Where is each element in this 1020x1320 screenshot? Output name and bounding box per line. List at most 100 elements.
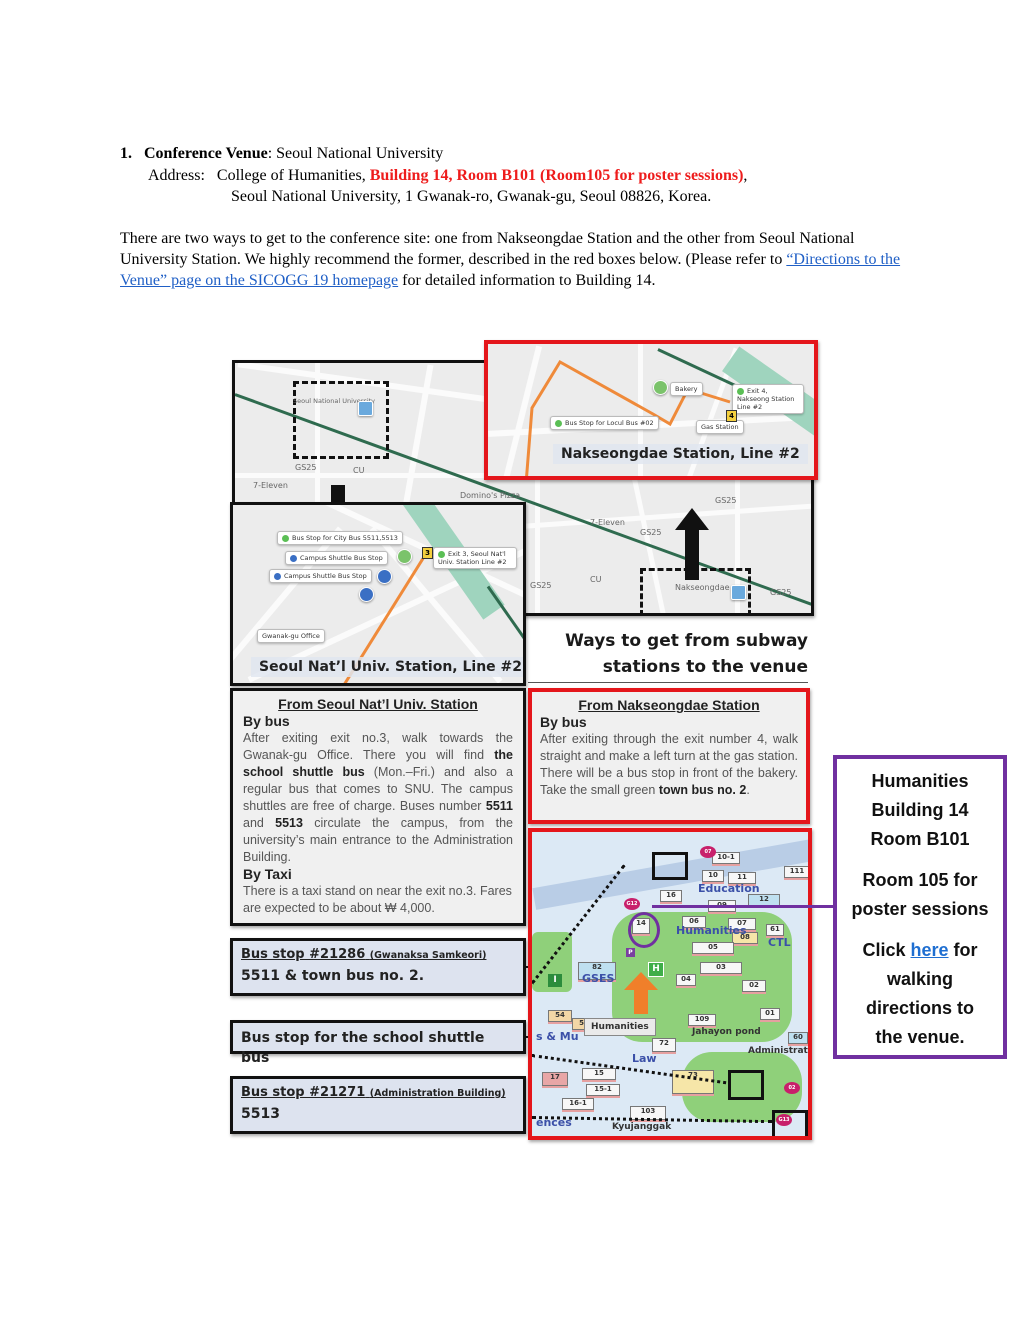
by-taxi-text: There is a taxi stand on near the exit n… <box>243 884 512 915</box>
parking-icon: P <box>626 948 635 957</box>
area-label-law: Law <box>632 1052 657 1065</box>
map-label: 7-Eleven <box>590 518 625 527</box>
bus-stop-lines: 5513 <box>241 1106 280 1122</box>
area-label-jahayon-pond: Jahayon pond <box>692 1027 761 1037</box>
nakseongdae-map: Bus Stop for Locul Bus #02 Exit 4, Nakse… <box>484 340 818 480</box>
bus-stop-marker <box>728 1070 764 1100</box>
bus-stop-icon <box>653 380 668 395</box>
address-prefix: College of Humanities, <box>216 167 370 184</box>
map-callout: Exit 4, Nakseong Station Line #2 <box>732 384 804 414</box>
map-callout: Gwanak-gu Office <box>257 629 325 643</box>
box-title: From Nakseongdae Station <box>578 697 760 713</box>
venue-callout-box: Humanities Building 14 Room B101 Room 10… <box>833 755 1007 1059</box>
snu-station-map: Bus Stop for City Bus 5511,5513 Campus S… <box>230 502 526 686</box>
bus-stop-lines: 5511 & town bus no. 2. <box>241 968 425 984</box>
by-bus-text: After exiting exit no.3, walk towards th… <box>243 731 513 864</box>
address-label: Address: <box>148 167 205 184</box>
address-comma: , <box>743 167 748 184</box>
building: 03 <box>700 962 742 974</box>
directions-figure: Seoul National University GS25 CU 7-Elev… <box>228 338 824 1142</box>
snu-directions-box: From Seoul Nat’l Univ. Station By bus Af… <box>230 688 526 926</box>
bus-stop-box: Bus stop #21286 (Gwanaksa Samkeori) 5511… <box>230 938 526 996</box>
bus-stop-icon <box>359 587 374 602</box>
bus-stop-title: Bus stop #21271 <box>241 1085 366 1100</box>
area-label-humanities: Humanities <box>676 924 747 937</box>
map-callout: Bus Stop for City Bus 5511,5513 <box>277 531 403 545</box>
building: 16-1 <box>562 1098 594 1110</box>
bus-stop-detail: (Gwanaksa Samkeori) <box>369 950 487 961</box>
building: 15 <box>582 1068 616 1080</box>
area-label-administration: Administrat <box>748 1046 808 1056</box>
map-label: Domino's Pizza <box>460 491 521 500</box>
bus-stop-marker <box>772 1110 808 1136</box>
map-callout: Bakery <box>670 382 703 396</box>
bus-stop-badge: 02 <box>784 1082 800 1094</box>
figure-title-line-1: Ways to get from subway <box>565 631 808 651</box>
by-bus-heading: By bus <box>540 714 587 730</box>
map-label: GS25 <box>640 528 662 537</box>
map-caption: Nakseongdae Station, Line #2 <box>553 444 808 464</box>
area-label-kyujanggak: Kyujanggak <box>612 1122 672 1132</box>
bus-stop-icon <box>377 569 392 584</box>
building: 109 <box>688 1014 716 1026</box>
figure-title-line-2: stations to the venue <box>602 657 808 677</box>
building: 16 <box>660 890 682 902</box>
map-label: CU <box>590 575 602 584</box>
bus-stop-detail: (Administration Building) <box>369 1088 506 1099</box>
arrow-up-icon <box>675 508 709 580</box>
building: 05 <box>692 942 734 954</box>
subway-station-icon <box>731 585 746 600</box>
bus-stop-icon <box>397 549 412 564</box>
nakseongdae-directions-box: From Nakseongdae Station By bus After ex… <box>528 688 810 824</box>
building: 10 <box>702 870 724 882</box>
map-label: GS25 <box>295 463 317 472</box>
area-label: s & Mu <box>536 1030 579 1043</box>
building: 15-1 <box>586 1084 620 1096</box>
map-label: CU <box>353 466 365 475</box>
map-label: GS25 <box>530 581 552 590</box>
area-label-ctl: CTL <box>768 936 791 949</box>
building: 04 <box>676 974 696 986</box>
intro-paragraph: There are two ways to get to the confere… <box>120 228 910 291</box>
bus-stop-title: Bus stop for the school shuttle bus <box>241 1030 485 1066</box>
section-number: 1. <box>120 145 132 162</box>
figure-title: Ways to get from subway stations to the … <box>528 628 808 683</box>
room-highlight: Building 14, Room B101 (Room105 for post… <box>369 167 744 184</box>
walking-directions-link[interactable]: here <box>911 940 949 960</box>
intro-text-before: There are two ways to get to the confere… <box>120 230 855 268</box>
building-14-highlight <box>628 912 660 948</box>
humanities-tag: Humanities <box>584 1018 656 1036</box>
bus-stop-badge: G12 <box>624 898 640 910</box>
by-taxi-heading: By Taxi <box>243 866 292 882</box>
exit-number-badge: 3 <box>422 547 433 559</box>
bus-stop-box: Bus stop #21271 (Administration Building… <box>230 1076 526 1134</box>
building: 111 <box>784 866 808 878</box>
address-line-2: Seoul National University, 1 Gwanak-ro, … <box>231 188 712 205</box>
by-bus-heading: By bus <box>243 713 290 729</box>
box-title: From Seoul Nat’l Univ. Station <box>278 696 478 712</box>
building: 01 <box>760 1008 780 1020</box>
map-callout: Bus Stop for Locul Bus #02 <box>550 416 659 430</box>
building: 10-1 <box>712 852 740 864</box>
building: 54 <box>548 1010 572 1022</box>
callout-building: Humanities Building 14 Room B101 <box>870 771 970 849</box>
area-label-education: Education <box>698 882 760 895</box>
area-label-gses: GSES <box>582 972 615 985</box>
building: 17 <box>542 1072 568 1086</box>
map-callout: Campus Shuttle Bus Stop <box>285 551 388 565</box>
callout-connector <box>652 905 835 908</box>
callout-walking-directions: Click here for walking directions to the… <box>862 940 978 1047</box>
building: 72 <box>652 1038 676 1052</box>
address-line: Address: College of Humanities, Building… <box>148 165 747 186</box>
section-heading: 1. Conference Venue: Seoul National Univ… <box>120 143 443 164</box>
building: 61 <box>766 924 784 936</box>
orange-arrow-icon <box>624 972 658 1014</box>
exit-number-badge: 4 <box>726 410 737 422</box>
map-label: 7-Eleven <box>253 481 288 490</box>
bus-stop-box: Bus stop for the school shuttle bus <box>230 1020 526 1066</box>
bus-stop-badge: 07 <box>700 846 716 858</box>
map-caption: Seoul Nat’l Univ. Station, Line #2 <box>251 657 523 677</box>
campus-map: 10-1 10 11 111 12 16 09 06 07 61 14 08 0… <box>528 828 812 1140</box>
snu-station-highlight <box>293 381 389 459</box>
map-label: GS25 <box>715 496 737 505</box>
